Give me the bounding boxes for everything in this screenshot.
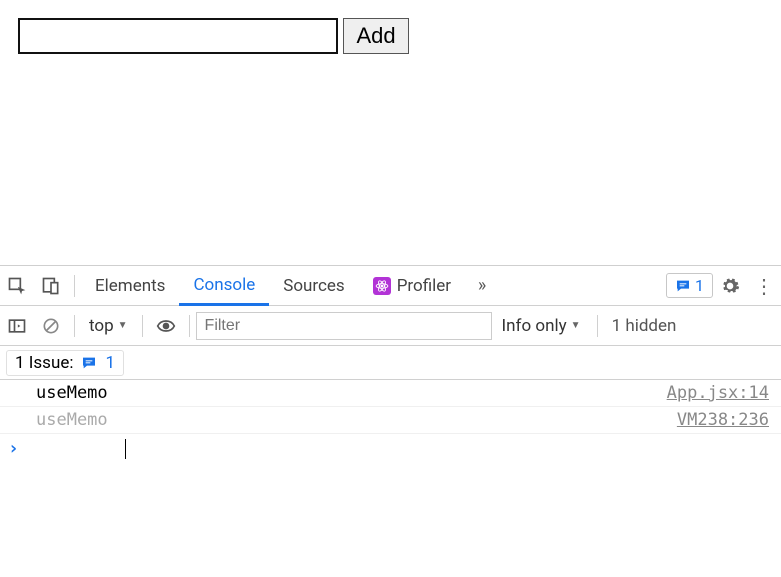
message-icon [81,355,97,371]
issue-label: 1 Issue: [15,353,73,373]
log-message: useMemo [36,383,108,403]
log-source-link[interactable]: VM238:236 [677,410,769,430]
console-issue-bar: 1 Issue: 1 [0,346,781,380]
devtools-panel: Elements Console Sources Profiler » 1 [0,265,781,463]
log-source-link[interactable]: App.jsx:14 [667,383,769,403]
tab-console[interactable]: Console [179,266,269,306]
add-button[interactable]: Add [343,18,408,54]
console-prompt[interactable]: › [0,434,781,463]
prompt-chevron-icon: › [8,438,19,459]
context-label: top [89,316,114,336]
devtools-tabbar: Elements Console Sources Profiler » 1 [0,266,781,306]
tab-profiler-label: Profiler [397,276,451,296]
device-toggle-icon[interactable] [34,266,68,306]
app-text-input[interactable] [18,18,338,54]
more-tabs-icon[interactable]: » [465,266,499,306]
page-content: Add [0,0,781,265]
divider [74,275,75,297]
execution-context-selector[interactable]: top ▼ [81,316,136,336]
tab-sources[interactable]: Sources [269,266,358,306]
issues-count: 1 [695,276,704,295]
chevron-down-icon: ▼ [118,320,128,331]
console-toolbar: top ▼ Info only ▼ 1 hidden [0,306,781,346]
log-level-label: Info only [502,316,567,336]
message-icon [675,278,691,294]
inspect-element-icon[interactable] [0,266,34,306]
toggle-sidebar-icon[interactable] [0,306,34,346]
console-filter-input[interactable] [196,312,492,340]
divider [142,315,143,337]
gear-icon[interactable] [713,266,747,306]
issue-summary[interactable]: 1 Issue: 1 [6,350,124,376]
live-expression-icon[interactable] [149,306,183,346]
chevron-down-icon: ▼ [571,320,581,331]
tab-elements[interactable]: Elements [81,266,179,306]
issue-count: 1 [105,353,115,373]
log-row: useMemo VM238:236 [0,407,781,434]
log-level-selector[interactable]: Info only ▼ [492,316,591,336]
hidden-messages-label[interactable]: 1 hidden [604,316,685,336]
kebab-menu-icon[interactable]: ⋮ [747,266,781,306]
log-row: useMemo App.jsx:14 [0,380,781,407]
tab-profiler[interactable]: Profiler [359,266,465,306]
react-icon [373,277,391,295]
issues-pill[interactable]: 1 [666,273,713,298]
divider [74,315,75,337]
divider [597,315,598,337]
text-caret [125,439,126,459]
clear-console-icon[interactable] [34,306,68,346]
divider [189,315,190,337]
console-output: useMemo App.jsx:14 useMemo VM238:236 › [0,380,781,463]
log-message: useMemo [36,410,108,430]
